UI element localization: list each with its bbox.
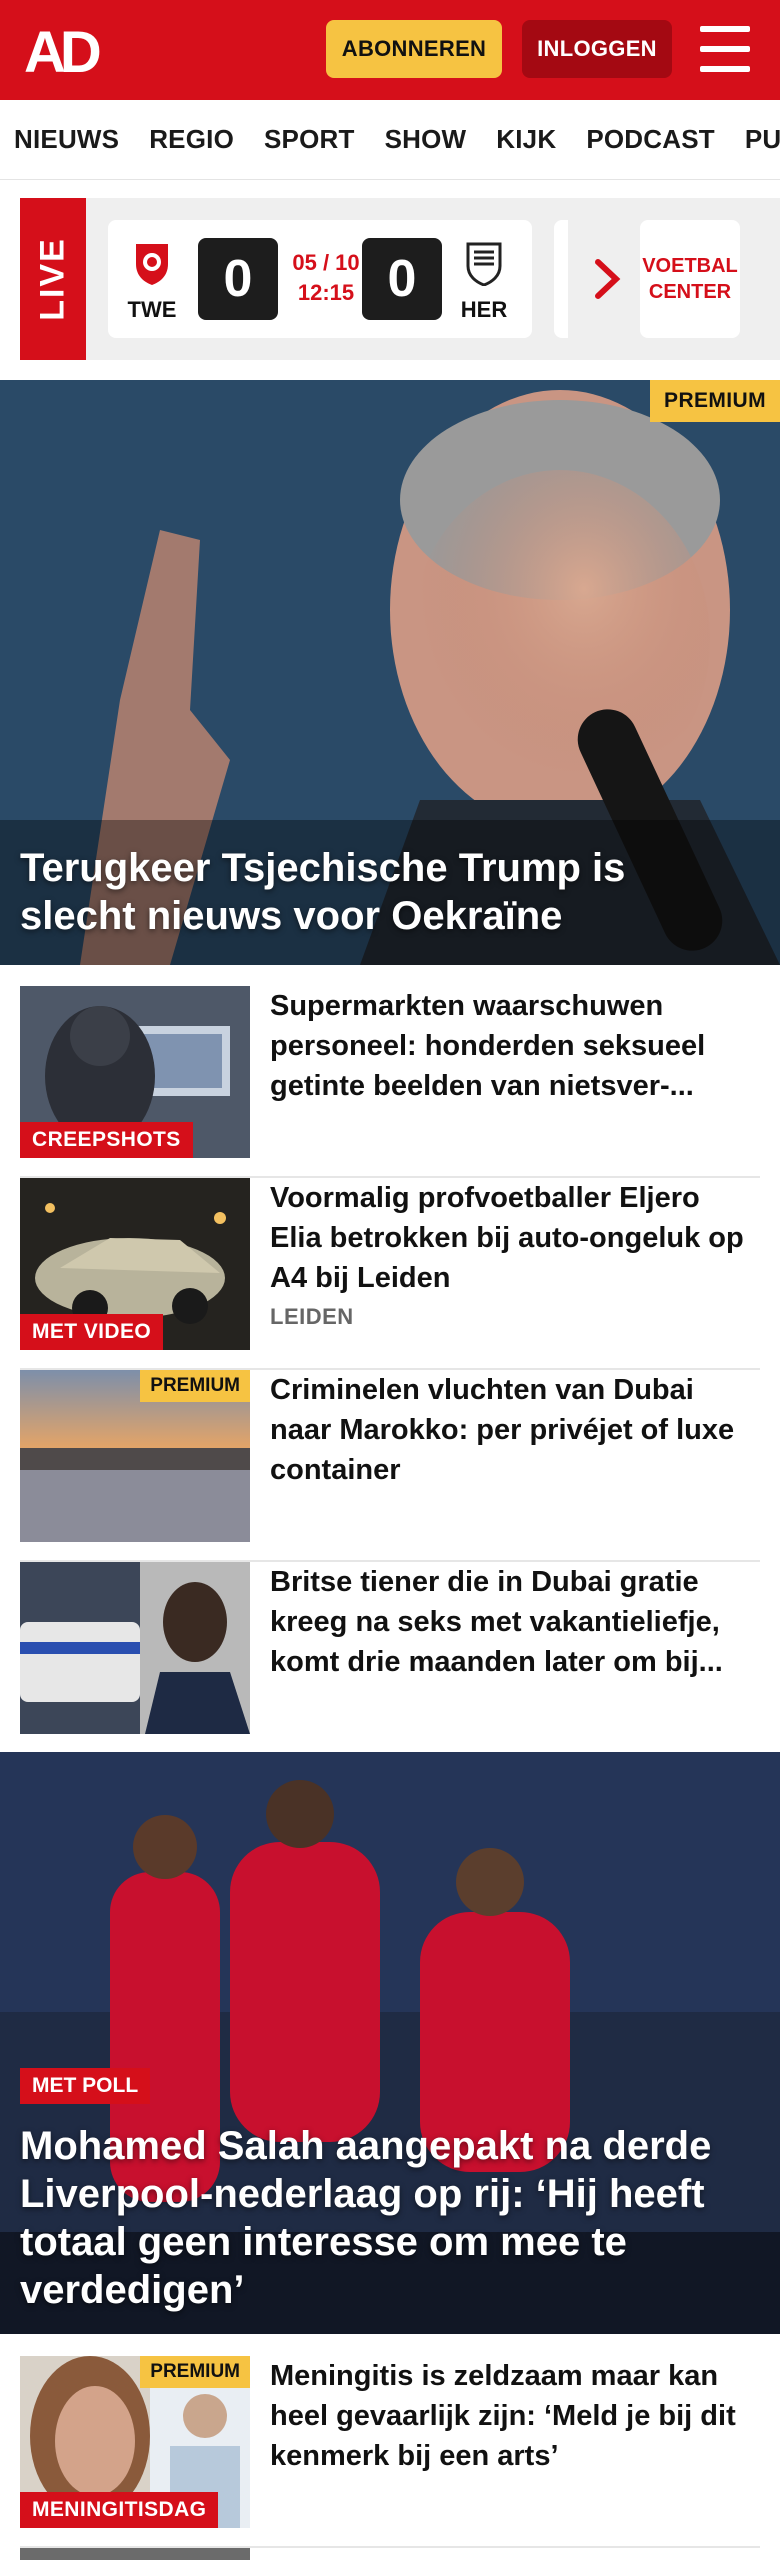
list-item[interactable]: MET VIDEO Voormalig profvoetballer Eljer… xyxy=(20,1178,760,1370)
article-thumbnail: PREMIUM MENINGITISDAG xyxy=(20,2356,250,2528)
hero-title[interactable]: Mohamed Salah aangepakt na derde Liverpo… xyxy=(20,2122,760,2314)
live-scores-bar: LIVE TWE 0 05 / 10 12:15 0 HER VOETBAL C… xyxy=(20,198,780,360)
next-match-card[interactable] xyxy=(554,220,568,338)
twente-crest-icon xyxy=(136,244,168,285)
section-nav: NIEUWS REGIO SPORT SHOW KIJK PODCAST PUZ… xyxy=(0,100,780,180)
article-label: MET VIDEO xyxy=(20,1314,164,1350)
premium-badge: PREMIUM xyxy=(650,380,780,422)
chevron-right-icon[interactable] xyxy=(592,256,622,302)
nav-item-regio[interactable]: REGIO xyxy=(149,124,234,155)
premium-badge: PREMIUM xyxy=(140,1370,250,1402)
subscribe-button[interactable]: ABONNEREN xyxy=(326,20,502,78)
login-button[interactable]: INLOGGEN xyxy=(522,20,672,78)
live-label: LIVE xyxy=(20,198,86,360)
article-title[interactable]: Criminelen vluchten van Dubai naar Marok… xyxy=(270,1370,750,1490)
article-title[interactable]: Supermarkten waarschuwen personeel: hond… xyxy=(270,986,750,1106)
article-thumbnail-partial xyxy=(20,2548,250,2560)
svg-text:AD: AD xyxy=(24,22,100,78)
premium-badge: PREMIUM xyxy=(140,2356,250,2388)
list-item[interactable]: CREEPSHOTS Supermarkten waarschuwen pers… xyxy=(20,986,760,1178)
list-item[interactable]: PREMIUM MENINGITISDAG Meningitis is zeld… xyxy=(20,2356,760,2548)
heracles-crest-icon xyxy=(466,242,502,287)
nav-item-puzzel[interactable]: PUZZ xyxy=(745,124,780,155)
nav-item-show[interactable]: SHOW xyxy=(385,124,467,155)
home-team-abbr: TWE xyxy=(127,297,177,322)
home-score: 0 xyxy=(198,238,278,320)
article-thumbnail xyxy=(20,1562,250,1734)
match-datetime: 05 / 10 12:15 xyxy=(292,250,360,305)
away-score: 0 xyxy=(362,238,442,320)
article-title[interactable]: Voormalig profvoetballer Eljero Elia bet… xyxy=(270,1178,750,1298)
article-thumbnail: CREEPSHOTS xyxy=(20,986,250,1158)
article-label: MENINGITISDAG xyxy=(20,2492,219,2528)
nav-item-podcast[interactable]: PODCAST xyxy=(586,124,715,155)
home-team: TWE xyxy=(122,240,182,323)
hero-title[interactable]: Terugkeer Tsjechische Trump is slecht ni… xyxy=(20,844,740,940)
article-title[interactable]: Meningitis is zeldzaam maar kan heel gev… xyxy=(270,2356,750,2476)
away-team-abbr: HER xyxy=(460,297,508,322)
article-thumbnail: MET VIDEO xyxy=(20,1178,250,1350)
list-item[interactable]: Britse tiener die in Dubai gratie kreeg … xyxy=(20,1562,760,1754)
nav-item-kijk[interactable]: KIJK xyxy=(496,124,556,155)
nav-item-nieuws[interactable]: NIEUWS xyxy=(14,124,119,155)
list-item[interactable]: PREMIUM Criminelen vluchten van Dubai na… xyxy=(20,1370,760,1562)
hero-article-1[interactable]: PREMIUM Terugkeer Tsjechische Trump is s… xyxy=(0,380,780,965)
article-label: MET POLL xyxy=(20,2068,151,2104)
article-label: CREEPSHOTS xyxy=(20,1122,193,1158)
voetbal-center-link[interactable]: VOETBAL CENTER xyxy=(640,220,740,338)
article-location: LEIDEN xyxy=(270,1304,354,1329)
menu-icon[interactable] xyxy=(700,26,750,72)
article-thumbnail: PREMIUM xyxy=(20,1370,250,1542)
nav-item-sport[interactable]: SPORT xyxy=(264,124,355,155)
away-team: HER xyxy=(454,240,514,323)
article-title[interactable]: Britse tiener die in Dubai gratie kreeg … xyxy=(270,1562,750,1682)
ad-logo[interactable]: AD xyxy=(24,22,116,78)
top-header: AD ABONNEREN INLOGGEN xyxy=(0,0,780,100)
match-card[interactable]: TWE 0 05 / 10 12:15 0 HER xyxy=(108,220,532,338)
